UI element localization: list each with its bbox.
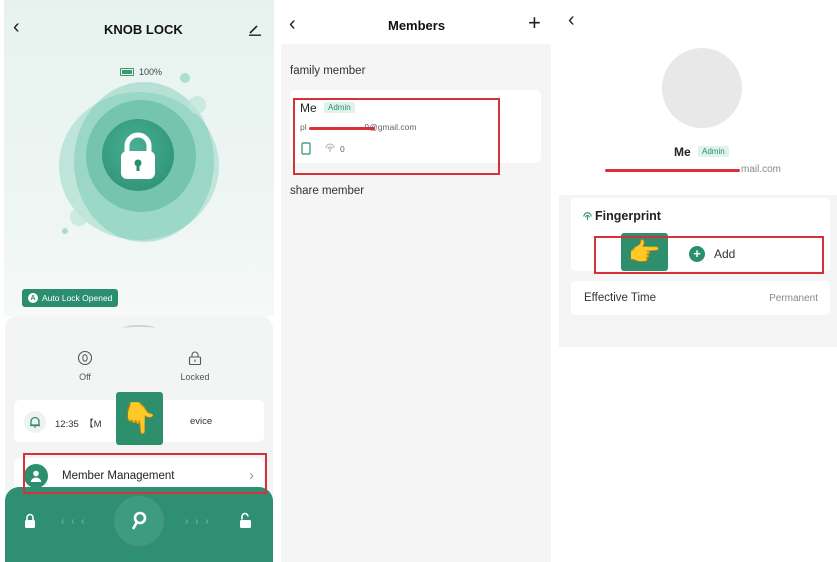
locked-label: Locked <box>180 372 210 382</box>
battery-indicator: 100% <box>120 67 162 77</box>
highlight-box <box>594 236 824 274</box>
battery-icon <box>120 68 134 76</box>
members-header: ‹ Members + <box>281 0 551 44</box>
unlock-slider-bar[interactable]: ‹ ‹ ‹ › › › <box>5 487 273 562</box>
auto-a-icon: A <box>28 293 38 303</box>
padlock-icon <box>121 132 155 179</box>
padlock-outline-icon <box>188 351 202 366</box>
lock-home-screen: ‹ KNOB LOCK 100% A Auto Lock Opened Off … <box>4 0 274 562</box>
family-member-heading: family member <box>290 65 366 77</box>
notification-time: 12:35 <box>55 419 79 430</box>
battery-level: 100% <box>139 67 163 77</box>
edit-icon[interactable] <box>248 22 262 36</box>
auto-lock-badge: A Auto Lock Opened <box>22 289 119 307</box>
member-detail-screen: ‹ Me Admin mail.com Fingerprint + Add 👉 … <box>559 0 837 347</box>
plus-icon[interactable]: + <box>528 12 541 34</box>
admin-badge: Admin <box>698 146 729 157</box>
bubble-dot <box>70 208 88 226</box>
profile-name: Me <box>674 145 691 159</box>
key-icon <box>131 511 147 530</box>
fingerprint-title: Fingerprint <box>595 209 661 223</box>
notification-suffix: evice <box>190 416 213 427</box>
auto-lock-off-control[interactable]: Off <box>55 350 115 382</box>
locked-control[interactable]: Locked <box>165 350 225 382</box>
zero-circle-icon <box>77 350 93 366</box>
avatar[interactable] <box>662 48 742 128</box>
effective-time-value: Permanent <box>769 293 818 304</box>
arrows-left: ‹ ‹ ‹ <box>61 516 87 527</box>
lock-open-icon <box>240 512 251 528</box>
profile-name-row: Me Admin <box>674 145 729 159</box>
highlight-box <box>293 98 500 175</box>
lock-status-circle[interactable] <box>102 119 174 191</box>
bubble-dot <box>188 96 206 114</box>
back-chevron-icon[interactable]: ‹ <box>568 10 575 30</box>
off-label: Off <box>79 372 91 382</box>
redaction-line <box>605 169 740 172</box>
bell-icon <box>24 411 46 433</box>
highlight-box <box>23 453 267 494</box>
lock-closed-icon <box>25 513 35 528</box>
profile-header: ‹ Me Admin mail.com <box>559 0 837 195</box>
notification-prefix: 【M <box>84 419 102 430</box>
page-title: Members <box>388 18 446 33</box>
page-title: KNOB LOCK <box>104 22 183 37</box>
back-chevron-icon[interactable]: ‹ <box>289 14 296 34</box>
sheet-handle[interactable] <box>123 325 155 331</box>
lock-hero-area: ‹ KNOB LOCK 100% A Auto Lock Opened <box>4 0 274 316</box>
bubble-dot <box>180 73 190 83</box>
share-member-heading: share member <box>290 185 365 197</box>
notification-text: 12:35 【M <box>55 416 101 430</box>
effective-time-row[interactable]: Effective Time Permanent <box>571 281 830 315</box>
bubble-dot <box>62 228 68 234</box>
auto-lock-label: Auto Lock Opened <box>42 293 113 303</box>
key-slider-handle[interactable] <box>114 496 164 546</box>
effective-time-label: Effective Time <box>584 292 657 304</box>
pointing-down-hand-icon: 👇 <box>116 392 163 445</box>
fingerprint-icon <box>583 212 592 221</box>
members-screen: ‹ Members + family member Me Admin pl 9@… <box>281 0 551 562</box>
arrows-right: › › › <box>185 516 211 527</box>
back-chevron-icon[interactable]: ‹ <box>13 17 20 37</box>
